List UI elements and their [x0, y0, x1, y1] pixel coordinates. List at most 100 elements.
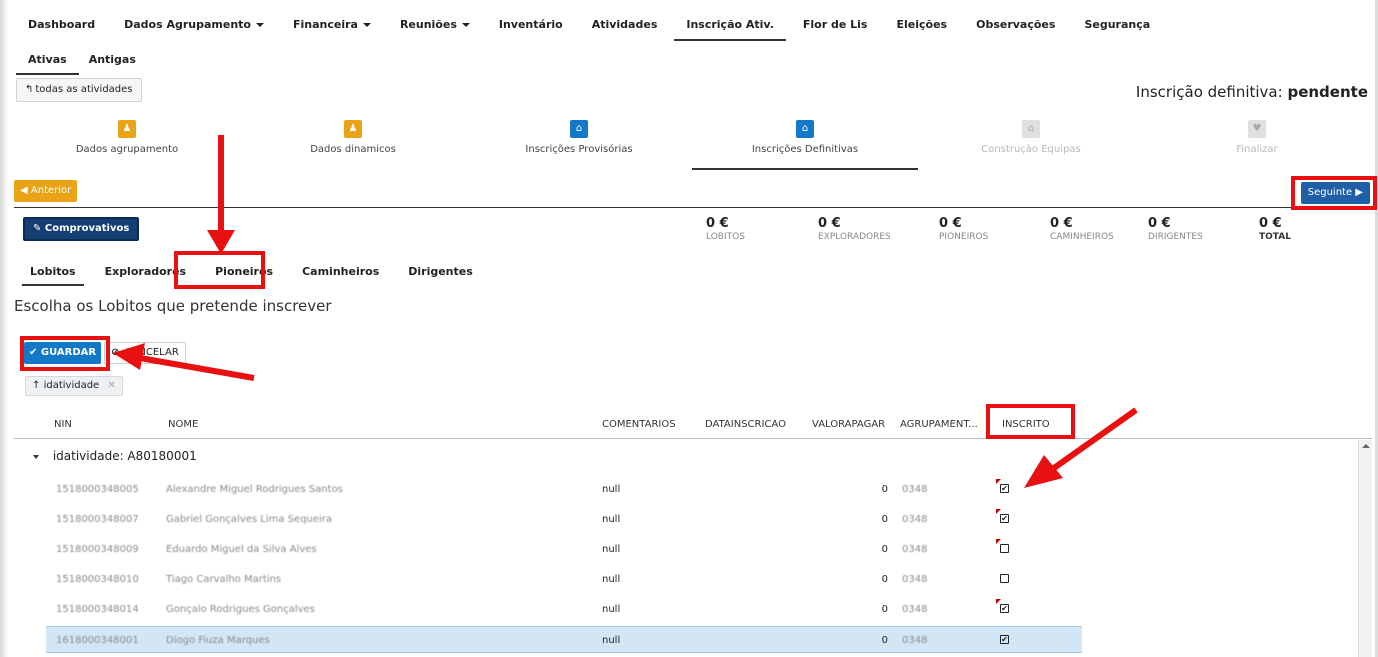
tab-dirigentes[interactable]: Dirigentes: [408, 265, 473, 278]
total-label: CAMINHEIROS: [1050, 232, 1114, 242]
wizard-step-label: Inscrições Definitivas: [751, 144, 859, 155]
ban-icon: ⊘: [111, 347, 120, 358]
wizard-steps: ♟ Dados agrupamento ♟ Dados dinamicos ⌂ Inscr…: [14, 118, 1372, 170]
column-header-valorapagar[interactable]: VALORAPAGAR: [812, 419, 885, 430]
wizard-step-1[interactable]: ♟ Dados agrupamento: [14, 118, 240, 155]
cell-nome: Diogo Fiuza Marques: [166, 635, 270, 646]
highlight-box-next: [1291, 176, 1377, 210]
cell-comentarios: null: [602, 574, 621, 585]
vertical-scrollbar[interactable]: [1358, 440, 1372, 657]
total-pioneiros: 0 € PIONEIROS: [939, 216, 988, 242]
wizard-step-6: ♥ Finalizar: [1144, 118, 1370, 155]
remove-group-icon[interactable]: ✕: [107, 380, 115, 391]
checkbox-checked[interactable]: ✔: [1000, 484, 1009, 493]
table-row[interactable]: 1618000348001 Diogo Fiuza Marques null 0 034…: [46, 626, 1082, 653]
total-lobitos: 0 € LOBITOS: [706, 216, 745, 242]
group-by-chip[interactable]: ↑ idatividade ✕: [25, 376, 123, 396]
nav-item-invent-rio[interactable]: Inventário: [499, 18, 563, 31]
group-row-label: idatividade: A80180001: [52, 449, 197, 463]
total-amount: 0 €: [706, 216, 729, 231]
collapse-triangle-icon[interactable]: [33, 454, 39, 459]
nav-item-dados-agrupamento[interactable]: Dados Agrupamento: [124, 18, 264, 31]
tab-lobitos[interactable]: Lobitos: [22, 265, 84, 286]
table-row[interactable]: 1518000348014 Gonçalo Rodrigues Gonçalves…: [46, 596, 1082, 623]
previous-button[interactable]: ◀ Anterior: [14, 180, 78, 202]
wizard-navigation-bar: ◀ Anterior Seguinte ▶: [14, 178, 1376, 208]
nav-item-observa-es[interactable]: Observações: [976, 18, 1055, 31]
cell-valorapagar: 0: [881, 544, 888, 555]
column-header-agrupament[interactable]: AGRUPAMENT...: [900, 419, 978, 430]
receipts-button[interactable]: ✎ Comprovativos: [23, 217, 140, 241]
table-row[interactable]: 1518000348007 Gabriel Gonçalves Lima Sequ…: [46, 506, 1082, 533]
wizard-step-4[interactable]: ⌂ Inscrições Definitivas: [692, 118, 918, 170]
total-amount: 0 €: [818, 216, 841, 231]
checkbox-unchecked[interactable]: [1000, 544, 1009, 553]
nav-item-atividades[interactable]: Atividades: [592, 18, 658, 31]
table-row[interactable]: 1518000348005 Alexandre Miguel Rodrigues …: [46, 476, 1082, 503]
wizard-step-3[interactable]: ⌂ Inscrições Provisórias: [466, 118, 692, 155]
group-row[interactable]: idatividade: A80180001: [14, 449, 197, 463]
cell-nin: 1618000348001: [56, 635, 139, 646]
column-header-datainscricao[interactable]: DATAINSCRICAO: [705, 419, 786, 430]
circle-arrow-left-icon: ◀: [20, 185, 28, 196]
wizard-step-label: Inscrições Provisórias: [525, 144, 633, 155]
cell-comentarios: null: [602, 544, 621, 555]
cell-comentarios: null: [602, 484, 621, 495]
total-exploradores: 0 € EXPLORADORES: [818, 216, 891, 242]
tab-caminheiros[interactable]: Caminheiros: [302, 265, 379, 278]
wizard-step-5: ⌂ Construção Equipas: [918, 118, 1144, 155]
scroll-up-arrow-icon[interactable]: [1362, 444, 1370, 448]
total-dirigentes: 0 € DIRIGENTES: [1148, 216, 1203, 242]
column-header-comentarios[interactable]: COMENTARIOS: [602, 419, 676, 430]
nav-item-flor-de-lis[interactable]: Flor de Lis: [803, 18, 868, 31]
checkbox-checked[interactable]: ✔: [1000, 514, 1009, 523]
checkbox-checked[interactable]: ✔: [1000, 635, 1009, 644]
checkbox-checked[interactable]: ✔: [1000, 604, 1009, 613]
cell-nome: Alexandre Miguel Rodrigues Santos: [166, 484, 343, 495]
wizard-step-2[interactable]: ♟ Dados dinamicos: [240, 118, 466, 155]
highlight-box-save: [20, 336, 110, 371]
nav-item-label: Financeira: [292, 18, 358, 31]
caret-down-icon: [255, 23, 264, 27]
back-to-activities-label: todas as atividades: [35, 84, 133, 95]
user-icon: ♟: [118, 120, 136, 138]
total-label: DIRIGENTES: [1148, 232, 1203, 242]
subtab-ativas[interactable]: Ativas: [16, 53, 79, 75]
cancel-button[interactable]: ⊘ CANCELAR: [104, 342, 186, 364]
wizard-step-label: Construção Equipas: [981, 144, 1081, 155]
nav-item-dashboard[interactable]: Dashboard: [28, 18, 95, 31]
nav-item-seguran-a[interactable]: Segurança: [1084, 18, 1150, 31]
activity-subtabs: Ativas Antigas: [16, 53, 158, 75]
total-caminheiros: 0 € CAMINHEIROS: [1050, 216, 1114, 242]
total-amount: 0 €: [939, 216, 962, 231]
back-to-activities-button[interactable]: ↰ todas as atividades: [16, 78, 142, 102]
nav-item-inscri-o-ativ[interactable]: Inscrição Ativ.: [674, 18, 786, 41]
wizard-step-label: Finalizar: [1236, 144, 1278, 155]
nav-item-reuni-es[interactable]: Reuniões: [400, 18, 470, 31]
checkbox-unchecked[interactable]: [1000, 574, 1009, 583]
nav-item-financeira[interactable]: Financeira: [293, 18, 371, 31]
cell-agrupamento: 0348: [902, 574, 928, 585]
main-navigation: Dashboard Dados Agrupamento Financeira Reun…: [28, 18, 1179, 41]
total-label: PIONEIROS: [939, 232, 989, 242]
cell-nome: Gabriel Gonçalves Lima Sequeira: [166, 514, 333, 525]
total-amount: 0 €: [1259, 216, 1282, 231]
cell-nin: 1518000348010: [56, 574, 139, 585]
highlight-box-inscrito: [986, 404, 1075, 439]
table-row[interactable]: 1518000348009 Eduardo Miguel da Silva Alv…: [46, 536, 1082, 563]
instruction-text: Escolha os Lobitos que pretende inscreve…: [14, 297, 332, 315]
column-header-nin[interactable]: NIN: [54, 419, 72, 430]
cell-nin: 1518000348014: [56, 604, 139, 615]
sort-ascending-icon: ↑: [32, 380, 41, 391]
reply-arrow-icon: ↰: [25, 84, 34, 95]
subtab-antigas[interactable]: Antigas: [89, 53, 136, 66]
cell-nome: Tiago Carvalho Martins: [166, 574, 282, 585]
user-icon: ♟: [344, 120, 362, 138]
pencil-icon: ✎: [33, 223, 42, 234]
table-row[interactable]: 1518000348010 Tiago Carvalho Martins null 0…: [46, 566, 1082, 593]
column-header-nome[interactable]: NOME: [168, 419, 198, 430]
total-label: TOTAL: [1259, 232, 1291, 242]
cell-agrupamento: 0348: [902, 544, 928, 555]
caret-down-icon: [461, 23, 470, 27]
nav-item-elei-es[interactable]: Eleições: [896, 18, 947, 31]
